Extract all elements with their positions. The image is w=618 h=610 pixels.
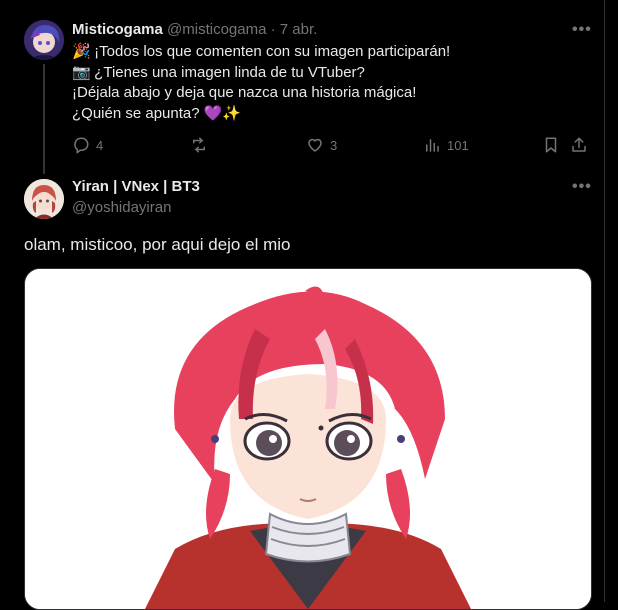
bookmark-icon bbox=[545, 137, 557, 153]
reply-author-name-row: Yiran | VNex | BT3 bbox=[72, 177, 200, 197]
separator-dot: · bbox=[270, 21, 276, 38]
heart-icon bbox=[308, 138, 322, 152]
vtuber-artwork bbox=[25, 269, 591, 609]
tweet-line-4: ¿Quién se apunta? 💜✨ bbox=[72, 104, 242, 122]
tweet-line-2: 📷 ¿Tienes una imagen linda de tu VTuber? bbox=[72, 63, 592, 84]
author-name[interactable]: Misticogama bbox=[72, 21, 163, 38]
thread-connector-line bbox=[43, 64, 45, 174]
more-options-button[interactable]: ••• bbox=[572, 21, 592, 39]
share-button[interactable] bbox=[570, 136, 588, 154]
reply-text: olam, misticoo, por aqui dejo el mio bbox=[24, 235, 291, 254]
reply-count: 4 bbox=[96, 137, 104, 153]
tweet-actions-bar: 4 3 101 bbox=[72, 136, 592, 156]
tweet-line-text: ¡Todos los que comenten con su imagen pa… bbox=[94, 43, 451, 60]
tweet-line-3: ¡Déjala abajo y deja que nazca una histo… bbox=[72, 84, 417, 101]
bookmark-button[interactable] bbox=[542, 136, 560, 154]
attached-image[interactable] bbox=[24, 268, 592, 610]
tweet-date[interactable]: 7 abr. bbox=[280, 21, 318, 38]
repost-icon bbox=[193, 137, 205, 153]
reply-more-options-button[interactable]: ••• bbox=[572, 178, 592, 196]
share-icon bbox=[572, 137, 586, 152]
reply-author-name[interactable]: Yiran | VNex | BT3 bbox=[72, 178, 200, 195]
reply-author-handle[interactable]: @yoshidayiran bbox=[72, 198, 171, 218]
tweet-line-text: ¿Tienes una imagen linda de tu VTuber? bbox=[94, 63, 365, 81]
reply-icon bbox=[74, 137, 89, 154]
analytics-icon bbox=[426, 139, 439, 152]
reply-button[interactable]: 4 bbox=[72, 136, 103, 154]
tweet-line-1: 🎉 ¡Todos los que comenten con su imagen … bbox=[72, 42, 592, 63]
like-count: 3 bbox=[330, 137, 338, 153]
repost-button[interactable] bbox=[189, 136, 215, 154]
tweet-text: 🎉 ¡Todos los que comenten con su imagen … bbox=[72, 42, 592, 124]
view-count: 101 bbox=[447, 137, 469, 153]
author-handle[interactable]: @misticogama bbox=[167, 21, 266, 38]
yiran-avatar[interactable] bbox=[24, 179, 64, 219]
party-popper-icon: 🎉 bbox=[72, 43, 91, 60]
misticogama-avatar[interactable] bbox=[24, 20, 64, 60]
camera-icon: 📷 bbox=[72, 63, 91, 81]
timeline-border bbox=[604, 0, 605, 602]
like-button[interactable]: 3 bbox=[306, 136, 337, 154]
views-button[interactable]: 101 bbox=[423, 136, 469, 154]
tweet-header: Misticogama @misticogama · 7 abr. bbox=[72, 20, 317, 40]
